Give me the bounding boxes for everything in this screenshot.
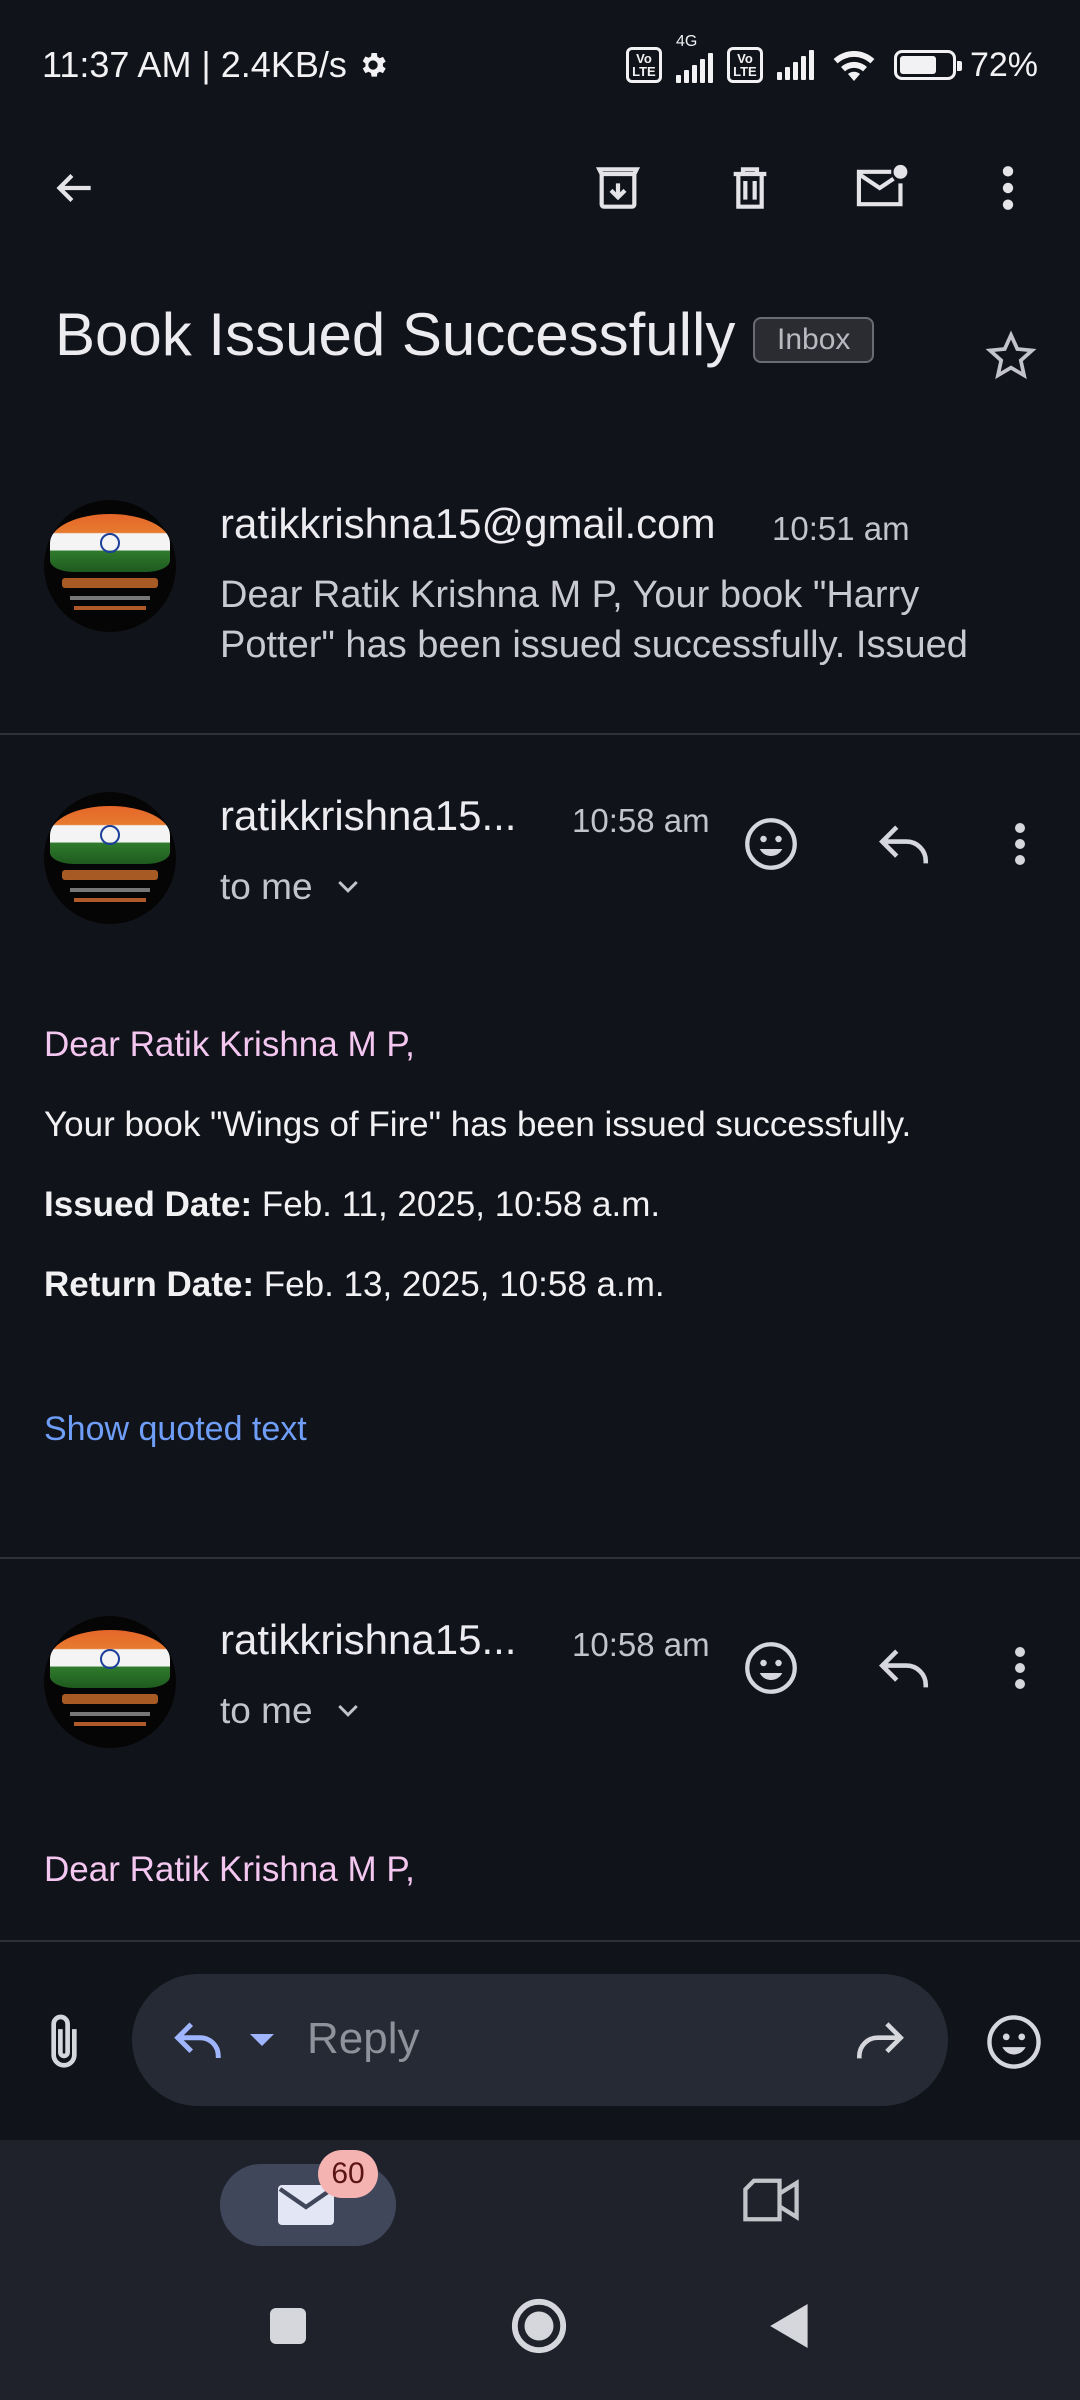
message-text: Your book "Wings of Fire" has been issue…	[44, 1105, 912, 1144]
reply-input[interactable]: Reply	[132, 1974, 948, 2106]
return-date-line: Return Date: Feb. 13, 2025, 10:58 a.m.	[44, 1265, 665, 1305]
chevron-down-icon	[333, 877, 363, 897]
avatar[interactable]	[44, 1616, 176, 1748]
status-bar: 11:37 AM | 2.4KB/s Vo LTE 4G Vo LTE 72%	[0, 0, 1080, 130]
home-icon[interactable]	[503, 2290, 575, 2362]
show-quoted-text-link[interactable]: Show quoted text	[44, 1410, 307, 1449]
battery-fill	[899, 56, 936, 74]
message-snippet: Dear Ratik Krishna M P, Your book "Harry…	[220, 574, 968, 666]
star-icon[interactable]	[982, 328, 1040, 384]
reply-icon[interactable]	[162, 2004, 234, 2076]
avatar[interactable]	[44, 792, 176, 924]
reply-icon[interactable]	[868, 808, 940, 880]
message-greeting: Dear Ratik Krishna M P,	[44, 1025, 415, 1064]
return-date-label: Return Date:	[44, 1265, 255, 1304]
message-header: ratikkrishna15... 10:58 am to me	[0, 770, 1080, 940]
arrow-back-icon[interactable]	[38, 152, 110, 224]
signal-icon	[776, 50, 814, 80]
reply-icon[interactable]	[868, 1632, 940, 1704]
issued-date-line: Issued Date: Feb. 11, 2025, 10:58 a.m.	[44, 1185, 660, 1225]
battery-icon	[893, 50, 962, 80]
trash-icon[interactable]	[714, 152, 786, 224]
bottom-navigation: 60	[0, 2140, 1080, 2260]
signal-4g-icon: 4G	[675, 33, 713, 83]
recipient-details-toggle[interactable]: to me	[220, 866, 363, 908]
message-time: 10:51 am	[772, 510, 910, 547]
volte-icon-2: Vo LTE	[726, 47, 763, 83]
sender-name: ratikkrishna15...	[220, 1616, 517, 1663]
network-type: 4G	[675, 33, 698, 50]
recipient-label: to me	[220, 866, 313, 907]
subject-row: Book Issued Successfully Inbox	[55, 290, 1040, 390]
issued-date-value: Feb. 11, 2025, 10:58 a.m.	[252, 1185, 661, 1224]
more-vert-icon[interactable]	[972, 152, 1044, 224]
message-greeting: Dear Ratik Krishna M P,	[44, 1850, 415, 1889]
system-navigation	[0, 2260, 1080, 2400]
mark-unread-icon[interactable]	[846, 152, 918, 224]
message-header: ratikkrishna15... 10:58 am to me	[0, 1594, 1080, 1764]
inbox-label-chip[interactable]: Inbox	[753, 317, 875, 363]
status-right: Vo LTE 4G Vo LTE 72%	[625, 33, 1038, 85]
video-meet-icon[interactable]	[735, 2164, 807, 2236]
recents-icon[interactable]	[252, 2290, 324, 2362]
emoji-react-icon[interactable]	[735, 808, 807, 880]
issued-date-label: Issued Date:	[44, 1185, 253, 1224]
unread-count-badge: 60	[318, 2150, 378, 2198]
message-collapsed[interactable]: ratikkrishna15@gmail.com 10:51 am Dear R…	[0, 470, 1080, 735]
avatar[interactable]	[44, 500, 176, 632]
more-vert-icon[interactable]	[984, 808, 1056, 880]
top-app-bar	[0, 130, 1080, 250]
message-divider	[0, 1557, 1080, 1559]
forward-icon[interactable]	[844, 2004, 916, 2076]
recipient-label: to me	[220, 1690, 313, 1731]
settings-gear-icon	[357, 49, 389, 81]
wifi-icon	[828, 45, 880, 85]
battery-percent: 72%	[969, 45, 1038, 84]
reply-placeholder: Reply	[307, 2014, 420, 2063]
more-vert-icon[interactable]	[984, 1632, 1056, 1704]
archive-icon[interactable]	[582, 152, 654, 224]
attachment-icon[interactable]	[28, 2006, 100, 2078]
back-triangle-icon[interactable]	[754, 2290, 826, 2362]
sender-name: ratikkrishna15...	[220, 792, 517, 839]
chevron-down-icon	[333, 1701, 363, 1721]
emoji-react-icon[interactable]	[735, 1632, 807, 1704]
sender-name: ratikkrishna15@gmail.com	[220, 500, 716, 547]
email-subject: Book Issued Successfully	[55, 301, 736, 368]
message-time: 10:58 am	[572, 1626, 710, 1663]
message-body: Dear Ratik Krishna M P, Your book "Wings…	[44, 1025, 1044, 1325]
message-time: 10:58 am	[572, 802, 710, 839]
status-left: 11:37 AM | 2.4KB/s	[42, 44, 389, 86]
reply-type-dropdown-icon[interactable]	[226, 2004, 298, 2076]
return-date-value: Feb. 13, 2025, 10:58 a.m.	[254, 1265, 665, 1304]
status-time: 11:37 AM | 2.4KB/s	[42, 44, 347, 85]
message-body: Dear Ratik Krishna M P,	[44, 1850, 1044, 1910]
emoji-react-icon[interactable]	[978, 2006, 1050, 2078]
reply-bar: Reply	[0, 1940, 1080, 2140]
volte-icon: Vo LTE	[625, 47, 662, 83]
recipient-details-toggle[interactable]: to me	[220, 1690, 363, 1732]
